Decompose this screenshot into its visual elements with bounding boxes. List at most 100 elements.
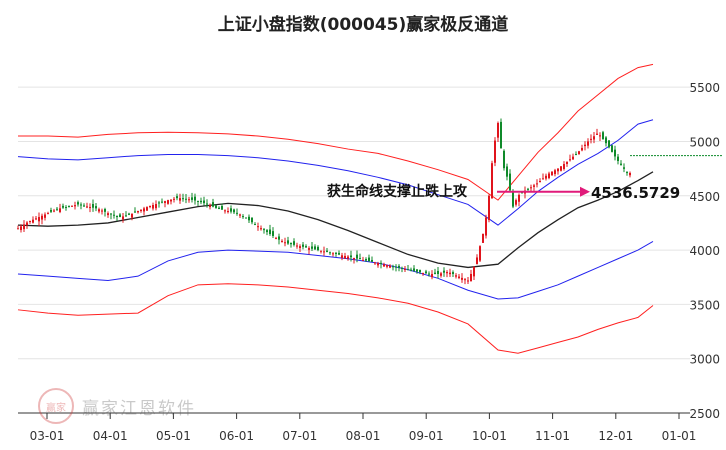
- candle-body: [170, 199, 172, 202]
- candle-body: [80, 204, 82, 206]
- candle-body: [572, 156, 574, 160]
- candle-body: [515, 200, 517, 205]
- candle-body: [356, 254, 358, 259]
- candle-body: [104, 208, 106, 212]
- candle-body: [161, 201, 163, 203]
- candle-body: [188, 199, 190, 201]
- candle-body: [359, 258, 361, 260]
- candle-body: [518, 194, 520, 202]
- candle-body: [428, 273, 430, 275]
- candle-body: [605, 137, 607, 144]
- candle-body: [191, 197, 193, 200]
- candle-body: [71, 205, 73, 207]
- candle-body: [167, 200, 169, 204]
- candle-body: [416, 269, 418, 272]
- candle-body: [182, 198, 184, 200]
- candle-body: [485, 217, 487, 236]
- candle-body: [482, 233, 484, 243]
- candle-body: [533, 185, 535, 187]
- candle-body: [464, 279, 466, 281]
- candle-body: [179, 198, 181, 201]
- x-tick-label: 11-01: [535, 429, 570, 443]
- candle-body: [380, 262, 382, 264]
- candle-body: [383, 264, 385, 267]
- candle-body: [329, 252, 331, 254]
- candle-body: [35, 218, 37, 220]
- watermark-text: 赢家江恩软件: [82, 398, 196, 419]
- candle-body: [494, 140, 496, 163]
- candle-body: [455, 275, 457, 277]
- candle-body: [332, 253, 334, 255]
- candle-body: [353, 257, 355, 260]
- candle-body: [194, 196, 196, 201]
- candle-body: [503, 150, 505, 169]
- candle-body: [506, 166, 508, 177]
- candle-body: [134, 211, 136, 213]
- candle-body: [434, 272, 436, 274]
- candle-body: [461, 277, 463, 280]
- watermark: 赢家 赢家江恩软件: [38, 388, 196, 424]
- candle-body: [77, 202, 79, 205]
- candle-body: [293, 241, 295, 245]
- candle-body: [260, 228, 262, 230]
- candle-body: [527, 188, 529, 190]
- candle-body: [275, 237, 277, 239]
- candle-body: [413, 268, 415, 271]
- x-tick-label: 10-01: [472, 429, 507, 443]
- candle-body: [614, 149, 616, 157]
- candle-body: [92, 204, 94, 208]
- candle-body: [602, 132, 604, 140]
- candle-body: [536, 183, 538, 185]
- candle-body: [173, 198, 175, 200]
- candle-body: [569, 159, 571, 161]
- candle-body: [110, 213, 112, 215]
- candle-body: [59, 208, 61, 212]
- candle-body: [578, 151, 580, 155]
- candle-body: [185, 198, 187, 200]
- candle-body: [479, 246, 481, 261]
- candle-body: [365, 259, 367, 261]
- candle-body: [557, 168, 559, 172]
- candle-body: [371, 259, 373, 262]
- candle-body: [83, 205, 85, 207]
- candle-body: [269, 229, 271, 235]
- candle-body: [233, 209, 235, 213]
- candle-body: [311, 246, 313, 249]
- candle-body: [491, 163, 493, 199]
- gridlines: [18, 86, 690, 414]
- candle-body: [629, 172, 631, 176]
- candle-body: [299, 246, 301, 248]
- candle-body: [200, 200, 202, 203]
- candle-body: [290, 243, 292, 245]
- candle-body: [74, 205, 76, 207]
- candle-body: [320, 250, 322, 252]
- candle-body: [254, 224, 256, 226]
- candle-body: [560, 166, 562, 171]
- candle-body: [545, 175, 547, 179]
- candle-body: [611, 145, 613, 152]
- candle-body: [608, 140, 610, 148]
- candle-body: [47, 213, 49, 215]
- candle-body: [587, 141, 589, 146]
- candle-body: [512, 192, 514, 207]
- x-tick-label: 01-01: [662, 429, 697, 443]
- candle-body: [44, 214, 46, 218]
- candle-body: [107, 213, 109, 216]
- x-tick-label: 08-01: [346, 429, 381, 443]
- candle-body: [221, 206, 223, 210]
- candle-body: [344, 255, 346, 259]
- candle-body: [119, 214, 121, 218]
- candle-body: [377, 263, 379, 266]
- y-tick-label: 4500: [689, 190, 720, 204]
- candle-body: [95, 206, 97, 209]
- candle-body: [551, 171, 553, 176]
- candle-body: [149, 205, 151, 207]
- candles: [17, 118, 631, 285]
- candle-body: [302, 244, 304, 247]
- candle-body: [26, 222, 28, 226]
- x-tick-label: 06-01: [219, 429, 254, 443]
- watermark-logo: 赢家: [38, 388, 74, 424]
- candle-body: [263, 229, 265, 231]
- candle-body: [248, 216, 250, 221]
- candle-body: [431, 273, 433, 278]
